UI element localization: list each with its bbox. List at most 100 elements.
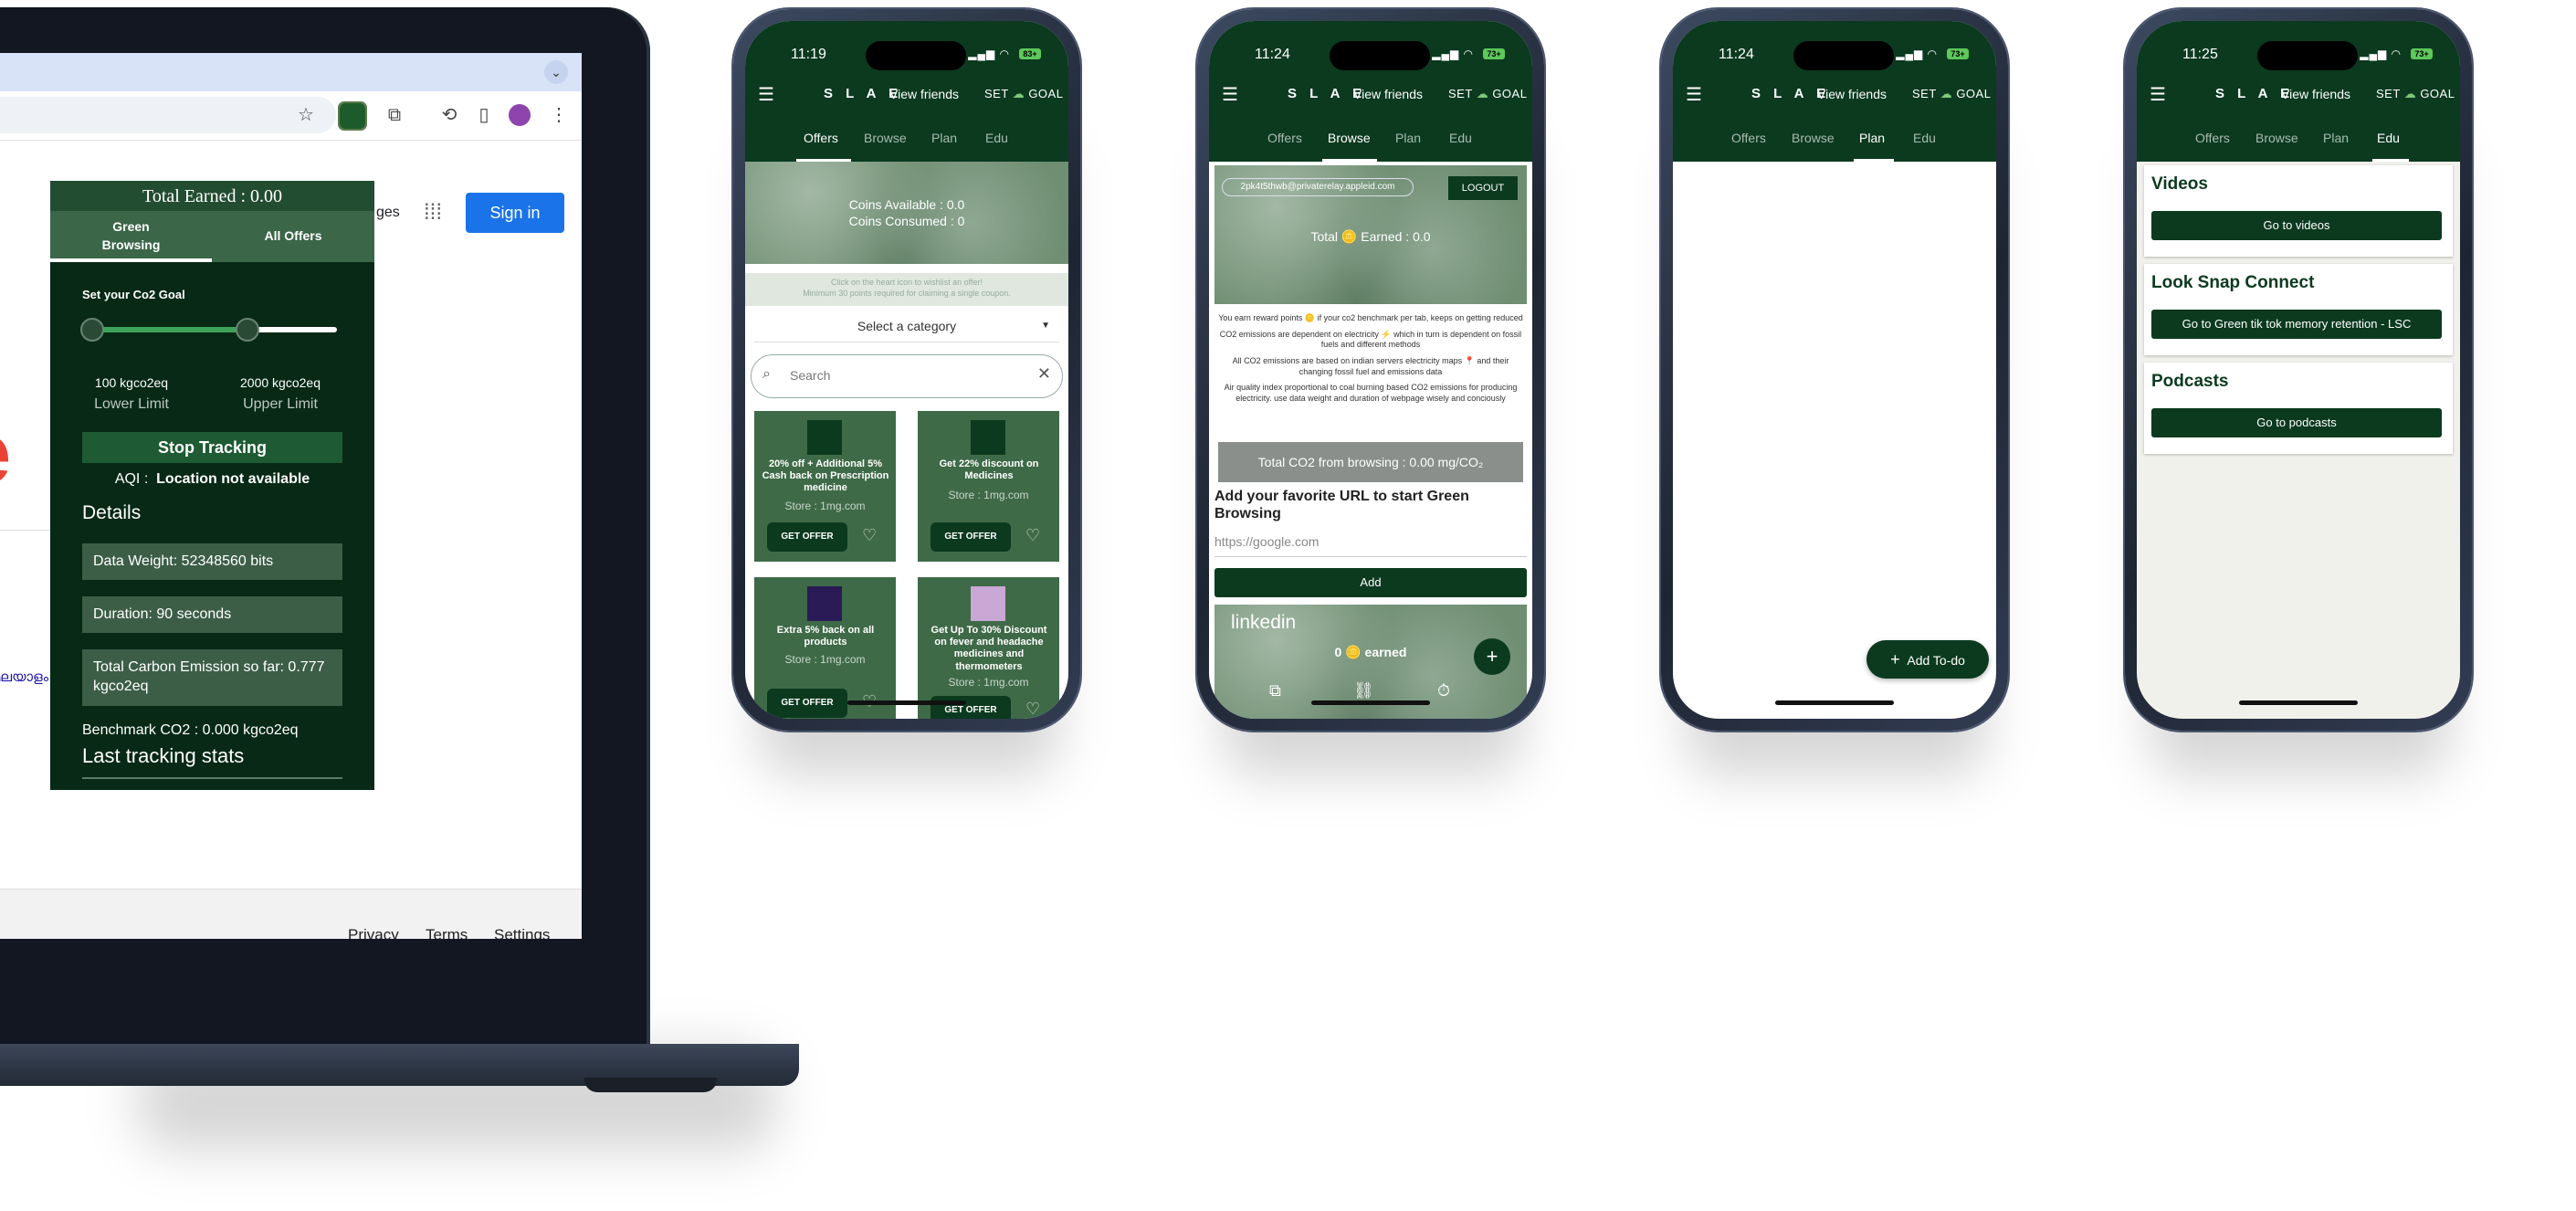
tab-edu[interactable]: Edu: [1449, 131, 1472, 145]
goal-label: Set your Co2 Goal: [82, 288, 185, 301]
info-line: You earn reward points 🪙 if your co2 ben…: [1218, 313, 1523, 322]
main-tabs: Offers Browse Plan Edu: [745, 118, 1068, 162]
set-goal-button[interactable]: SET ☁ GOAL: [2376, 87, 2455, 101]
add-url-button[interactable]: Add: [1214, 568, 1527, 597]
home-indicator: [847, 700, 966, 705]
get-offer-button[interactable]: GET OFFER: [767, 522, 847, 552]
heart-icon[interactable]: ♡: [862, 526, 877, 545]
search-input[interactable]: ⌕ Search ✕: [751, 354, 1063, 398]
tab-browse[interactable]: Browse: [864, 131, 907, 145]
sign-in-button[interactable]: Sign in: [466, 193, 564, 233]
get-offer-button[interactable]: GET OFFER: [767, 689, 847, 718]
tab-browse[interactable]: Browse: [1328, 131, 1371, 145]
signal-wifi-icon: ▂▄▆ ◠: [968, 47, 1010, 60]
view-friends-link[interactable]: View friends: [1817, 87, 1887, 101]
lower-limit-handle[interactable]: [80, 318, 104, 342]
tab-green-browsing[interactable]: Green Browsing: [50, 211, 212, 262]
offer-card[interactable]: 20% off + Additional 5% Cash back on Pre…: [754, 411, 896, 562]
side-panel-icon[interactable]: ▯: [473, 104, 495, 126]
heart-icon[interactable]: ♡: [1025, 700, 1040, 719]
language-links[interactable]: ಕನ್ನಡ മലയാളം: [0, 669, 48, 685]
leaf-icon: ☁: [1940, 87, 1953, 100]
laptop-foot: [584, 1078, 717, 1092]
images-link[interactable]: ges: [376, 205, 400, 221]
stack-icon[interactable]: ⧉: [1269, 681, 1281, 700]
tab-plan[interactable]: Plan: [931, 131, 957, 145]
view-friends-link[interactable]: View friends: [889, 87, 959, 101]
timer-icon[interactable]: ⏱: [1437, 681, 1450, 700]
add-todo-button[interactable]: + Add To-do: [1866, 640, 1989, 679]
profile-avatar[interactable]: [509, 104, 531, 126]
tab-offers[interactable]: Offers: [1267, 131, 1302, 145]
extension-popup: Total Earned : 0.00 Green Browsing All O…: [50, 181, 374, 790]
tab-all-offers-label: All Offers: [264, 228, 322, 244]
offer-card[interactable]: Extra 5% back on all products Store : 1m…: [754, 577, 896, 719]
category-select[interactable]: Select a category ▼: [754, 310, 1059, 342]
set-goal-button[interactable]: SET ☁ GOAL: [984, 87, 1063, 101]
offer-thumbnail: [807, 420, 842, 455]
add-fab-icon[interactable]: +: [1474, 638, 1510, 675]
heart-icon[interactable]: ♡: [1025, 526, 1040, 545]
battery-icon: 73+: [1483, 48, 1505, 59]
more-menu-icon[interactable]: ⋮: [548, 104, 570, 126]
link-icon[interactable]: ⛓: [1353, 681, 1374, 700]
address-bar[interactable]: [0, 97, 336, 133]
home-indicator: [1311, 700, 1430, 705]
goal-label: GOAL: [2420, 87, 2455, 100]
tab-edu[interactable]: Edu: [2377, 131, 2400, 145]
set-goal-button[interactable]: SET ☁ GOAL: [1448, 87, 1527, 101]
offer-card[interactable]: Get Up To 30% Discount on fever and head…: [918, 577, 1059, 719]
goal-label: GOAL: [1492, 87, 1528, 100]
upper-limit-value: 2000 kgco2eq: [240, 375, 321, 390]
get-offer-button[interactable]: GET OFFER: [931, 696, 1011, 719]
tab-browse[interactable]: Browse: [1792, 131, 1835, 145]
tab-offers[interactable]: Offers: [2195, 131, 2230, 145]
tab-edu[interactable]: Edu: [985, 131, 1008, 145]
tab-all-offers[interactable]: All Offers: [212, 211, 374, 262]
go-to-videos-button[interactable]: Go to videos: [2151, 211, 2442, 240]
offer-thumbnail: [971, 420, 1005, 455]
clear-icon[interactable]: ✕: [1037, 364, 1051, 384]
stop-tracking-button[interactable]: Stop Tracking: [82, 432, 342, 463]
set-goal-button[interactable]: SET ☁ GOAL: [1912, 87, 1991, 101]
logout-button[interactable]: LOGOUT: [1448, 176, 1518, 200]
offer-card[interactable]: Get 22% discount on Medicines Store : 1m…: [918, 411, 1059, 562]
category-select-value: Select a category: [857, 319, 957, 333]
upper-limit-handle[interactable]: [236, 318, 259, 342]
browse-screen: 11:24 ▂▄▆ ◠ 73+ ☰ S L A E View friends S…: [1209, 21, 1532, 719]
slae-extension-icon[interactable]: [338, 101, 367, 131]
go-to-lsc-button[interactable]: Go to Green tik tok memory retention - L…: [2151, 310, 2442, 339]
hint-line-1: Click on the heart icon to wishlist an o…: [831, 278, 983, 287]
search-placeholder: Search: [790, 368, 831, 383]
tab-plan[interactable]: Plan: [2323, 131, 2349, 145]
hamburger-menu-icon[interactable]: ☰: [758, 83, 774, 106]
leaf-icon: ☁: [1012, 87, 1025, 100]
home-indicator: [1775, 700, 1894, 705]
view-friends-link[interactable]: View friends: [2281, 87, 2350, 101]
tab-plan[interactable]: Plan: [1395, 131, 1421, 145]
apps-grid-icon[interactable]: ⁞⁞⁞: [424, 200, 442, 226]
url-input[interactable]: https://google.com: [1214, 530, 1527, 557]
tab-offers[interactable]: Offers: [1731, 131, 1766, 145]
view-friends-link[interactable]: View friends: [1353, 87, 1423, 101]
hamburger-menu-icon[interactable]: ☰: [2150, 83, 2166, 106]
hamburger-menu-icon[interactable]: ☰: [1686, 83, 1702, 106]
tab-browse[interactable]: Browse: [2255, 131, 2298, 145]
bookmark-star-icon[interactable]: ☆: [295, 104, 317, 126]
hamburger-menu-icon[interactable]: ☰: [1222, 83, 1238, 106]
tab-search-chevron-icon[interactable]: ⌄: [544, 60, 568, 84]
offer-store: Store : 1mg.com: [784, 653, 866, 666]
get-offer-button[interactable]: GET OFFER: [931, 522, 1011, 552]
goal-label: GOAL: [1028, 87, 1064, 100]
total-earned-header: Total Earned : 0.00: [50, 181, 374, 211]
battery-icon: 83+: [1019, 48, 1041, 59]
add-todo-label: Add To-do: [1907, 653, 1965, 668]
tab-edu[interactable]: Edu: [1913, 131, 1936, 145]
extensions-puzzle-icon[interactable]: ⧉: [384, 104, 405, 126]
sync-icon[interactable]: ⟲: [438, 104, 460, 126]
active-tab-indicator: [50, 258, 212, 262]
tab-plan[interactable]: Plan: [1859, 131, 1885, 145]
offer-store: Store : 1mg.com: [784, 500, 866, 512]
go-to-podcasts-button[interactable]: Go to podcasts: [2151, 408, 2442, 437]
tab-offers[interactable]: Offers: [804, 131, 838, 145]
